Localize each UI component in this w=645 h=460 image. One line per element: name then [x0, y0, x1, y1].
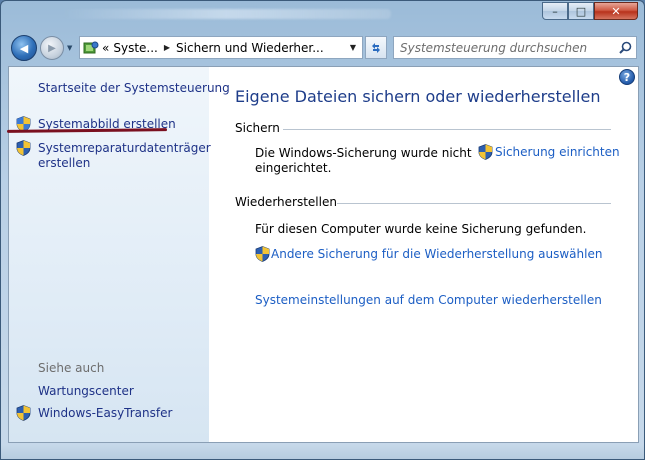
window-bottom-frame [1, 444, 644, 459]
caption-buttons: – □ ✕ [542, 2, 638, 20]
address-overflow-chevron[interactable]: « [102, 41, 109, 55]
setup-backup-link[interactable]: Sicherung einrichten [495, 145, 620, 159]
restore-system-settings-link[interactable]: Systemeinstellungen auf dem Computer wie… [255, 293, 602, 307]
search-input[interactable] [400, 37, 614, 58]
breadcrumb-separator-icon[interactable]: ▶ [164, 43, 170, 52]
address-dropdown-button[interactable]: ▼ [344, 37, 362, 58]
restore-status-text: Für diesen Computer wurde keine Sicherun… [255, 222, 587, 236]
uac-shield-icon [16, 140, 31, 156]
recent-pages-dropdown[interactable]: ▼ [67, 44, 72, 52]
refresh-button[interactable] [365, 36, 387, 59]
breadcrumb-backup-restore[interactable]: Sichern und Wiederher... [176, 41, 324, 55]
title-bar-blurred-text [61, 9, 391, 19]
breadcrumb-control-panel[interactable]: Syste... [113, 41, 158, 55]
back-button[interactable]: ◀ [11, 35, 37, 61]
search-box[interactable] [393, 36, 637, 59]
forward-button[interactable]: ▶ [40, 36, 64, 60]
search-button[interactable] [614, 38, 636, 58]
uac-shield-icon [255, 246, 270, 262]
backup-section-divider [283, 129, 611, 130]
address-bar[interactable]: « Syste... ▶ Sichern und Wiederher... ▼ [79, 36, 363, 59]
windows-easy-transfer-link[interactable]: Windows-EasyTransfer [38, 406, 172, 421]
forward-arrow-icon: ▶ [48, 42, 56, 54]
uac-shield-icon [478, 144, 493, 160]
create-repair-disc-link[interactable]: Systemreparaturdatenträger [38, 141, 211, 156]
backup-status-text-line2: eingerichtet. [255, 161, 332, 175]
backup-status-text: Die Windows-Sicherung wurde nicht [255, 146, 472, 160]
see-also-heading: Siehe auch [38, 361, 105, 375]
uac-shield-icon [16, 405, 31, 421]
minimize-button[interactable]: – [542, 2, 568, 20]
search-icon [618, 41, 631, 54]
backup-section-heading: Sichern [235, 121, 280, 135]
help-button[interactable]: ? [619, 69, 635, 85]
maximize-button[interactable]: □ [568, 2, 594, 20]
restore-section-divider [337, 203, 611, 204]
select-other-backup-link[interactable]: Andere Sicherung für die Wiederherstellu… [271, 247, 602, 261]
task-pane: Startseite der Systemsteuerung Systemabb… [6, 67, 230, 442]
restore-section-heading: Wiederherstellen [235, 195, 337, 209]
control-panel-home-link[interactable]: Startseite der Systemsteuerung [38, 81, 230, 96]
back-arrow-icon: ◀ [19, 41, 29, 55]
refresh-icon [372, 42, 380, 53]
close-button[interactable]: ✕ [594, 2, 638, 20]
control-panel-icon [83, 40, 99, 56]
control-panel-window: – □ ✕ ◀ ▶ ▼ « Syste... ▶ Sichern und Wie… [0, 0, 645, 460]
action-center-link[interactable]: Wartungscenter [38, 384, 134, 399]
page-title: Eigene Dateien sichern oder wiederherste… [235, 87, 601, 106]
content-area: Startseite der Systemsteuerung Systemabb… [6, 66, 639, 443]
annotation-underline [6, 128, 168, 133]
create-repair-disc-link-line2[interactable]: erstellen [38, 156, 90, 171]
